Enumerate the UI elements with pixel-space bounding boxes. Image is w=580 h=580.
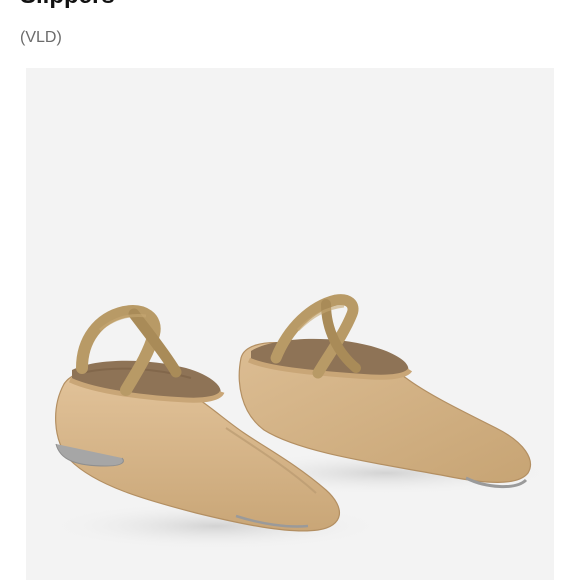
- ballet-slippers-illustration: [46, 294, 554, 550]
- listing-page: Slippers (VLD): [0, 0, 580, 580]
- product-title: Slippers: [20, 0, 115, 8]
- product-brand: (VLD): [20, 29, 62, 46]
- product-photo[interactable]: [26, 68, 554, 580]
